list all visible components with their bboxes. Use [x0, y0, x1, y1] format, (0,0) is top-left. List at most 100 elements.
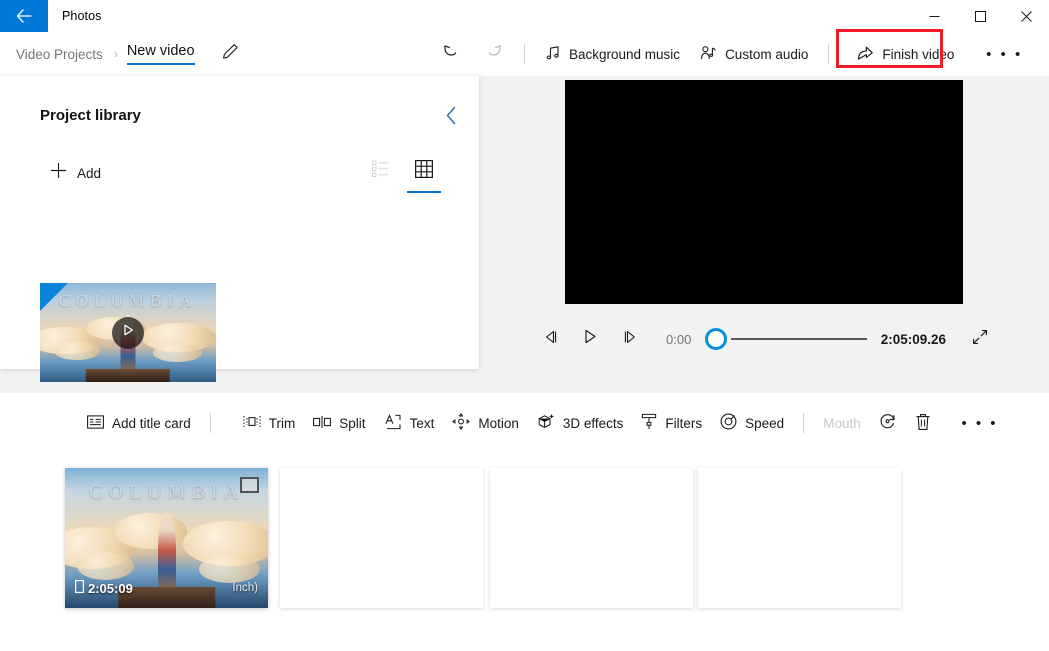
add-media-button[interactable]: Add	[44, 158, 107, 188]
tool-motion[interactable]: Motion	[443, 406, 528, 440]
next-frame-button[interactable]	[610, 322, 650, 356]
workspace: Project library Add COLUMBIA 0:00 2:05:0…	[0, 76, 1049, 393]
list-view-icon	[371, 160, 389, 182]
chevron-left-icon	[445, 106, 458, 130]
title-card-icon	[87, 414, 104, 432]
play-pause-button[interactable]	[570, 322, 610, 356]
previous-frame-icon	[543, 330, 558, 349]
scrub-thumb[interactable]	[705, 328, 728, 350]
storyboard-empty-slot[interactable]	[280, 468, 483, 608]
clip-duration-label: 2:05:09	[75, 580, 133, 596]
total-time-label: 2:05:09.26	[880, 331, 946, 347]
current-time-label: 0:00	[666, 331, 692, 347]
breadcrumb-separator: ›	[113, 47, 118, 61]
tool-trim[interactable]: Trim	[234, 406, 305, 440]
tool-add-title-card[interactable]: Add title card	[78, 406, 200, 440]
selection-corner-marker	[40, 283, 68, 311]
rotate-button[interactable]	[870, 406, 906, 440]
scrub-track	[731, 338, 867, 340]
previous-frame-button[interactable]	[530, 322, 570, 356]
trim-icon	[243, 414, 261, 432]
play-icon	[121, 323, 135, 342]
storyboard-empty-slot[interactable]	[698, 468, 901, 608]
custom-audio-label: Custom audio	[725, 46, 809, 62]
collapse-library-button[interactable]	[435, 102, 467, 134]
project-library-panel: Project library Add COLUMBIA	[0, 76, 479, 382]
three-d-effects-icon	[537, 413, 555, 433]
toolbar-divider-2	[803, 413, 805, 433]
photos-video-editor-window: Photos Video Projects › New video Backgr…	[0, 0, 1049, 651]
expand-icon	[972, 329, 988, 350]
share-icon	[857, 45, 874, 64]
app-title: Photos	[62, 9, 102, 23]
list-view-toggle[interactable]	[365, 156, 395, 186]
music-note-icon	[545, 45, 561, 64]
grid-view-icon	[415, 159, 433, 183]
tool-label: Motion	[478, 415, 519, 431]
maximize-button[interactable]	[957, 0, 1003, 32]
thumbnail-pedestal	[85, 369, 171, 382]
back-button[interactable]	[0, 0, 48, 32]
speed-icon	[720, 413, 737, 433]
play-icon	[582, 329, 598, 349]
text-icon	[384, 413, 402, 433]
filters-icon	[641, 413, 657, 433]
breadcrumb-video-projects[interactable]: Video Projects	[14, 47, 105, 62]
tool-text[interactable]: Text	[375, 406, 444, 440]
command-bar: Video Projects › New video Background mu…	[0, 29, 1049, 76]
plus-icon	[50, 162, 67, 184]
finish-video-button[interactable]: Finish video	[847, 38, 964, 70]
storyboard-clip[interactable]: COLUMBIA 2:05:09 Inch)	[65, 468, 268, 608]
video-preview-surface[interactable]	[565, 80, 963, 304]
finish-video-wrapper: Finish video	[836, 29, 964, 70]
tool-speed[interactable]: Speed	[711, 406, 793, 440]
undo-icon	[442, 43, 461, 66]
window-controls	[911, 0, 1049, 32]
command-overflow-button[interactable]: • • •	[984, 38, 1024, 70]
clip-corner-note: Inch)	[232, 582, 258, 594]
finish-video-label: Finish video	[882, 46, 955, 62]
thumbnail-play-button[interactable]	[112, 316, 144, 349]
command-bar-actions: Background music Custom audio Finish vid…	[430, 29, 1024, 76]
expand-preview-button[interactable]	[960, 322, 1000, 356]
storyboard-empty-slot[interactable]	[490, 468, 693, 608]
rotate-icon	[879, 413, 897, 433]
redo-button[interactable]	[472, 36, 514, 72]
rename-project-button[interactable]	[217, 40, 245, 68]
library-thumbnail-item[interactable]: COLUMBIA	[40, 283, 216, 382]
add-media-label: Add	[77, 165, 102, 181]
tool-3d-effects[interactable]: 3D effects	[528, 406, 633, 440]
grid-view-toggle[interactable]	[407, 156, 441, 193]
player-controls: 0:00 2:05:09.26	[530, 319, 1000, 359]
title-bar: Photos	[0, 0, 1049, 32]
library-view-toggles	[365, 156, 441, 193]
background-music-label: Background music	[569, 46, 681, 62]
tool-label: Speed	[745, 415, 785, 431]
clip-title-text: COLUMBIA	[89, 480, 244, 503]
scrub-bar[interactable]	[705, 325, 867, 353]
resize-badge-icon	[240, 477, 259, 493]
toolbar-divider-1	[209, 413, 211, 433]
undo-button[interactable]	[430, 36, 472, 72]
tool-mouth[interactable]: Mouth	[814, 406, 870, 440]
tool-filters[interactable]: Filters	[632, 406, 711, 440]
clip-icon	[75, 580, 85, 596]
tool-label: Add title card	[112, 415, 191, 431]
project-library-title: Project library	[40, 107, 141, 124]
split-icon	[313, 415, 332, 432]
minimize-button[interactable]	[911, 0, 957, 32]
edit-toolbar-overflow-button[interactable]: • • •	[960, 407, 1000, 439]
breadcrumb-current-project[interactable]: New video	[126, 43, 195, 65]
edit-toolbar: Add title card Trim Split Text Motion 3D…	[0, 400, 1049, 446]
delete-button[interactable]	[906, 406, 940, 440]
custom-audio-button[interactable]: Custom audio	[690, 38, 818, 70]
tool-split[interactable]: Split	[304, 406, 374, 440]
trash-icon	[915, 413, 931, 434]
tool-label: Filters	[665, 415, 703, 431]
tool-label: 3D effects	[562, 415, 624, 431]
background-music-button[interactable]: Background music	[535, 38, 690, 70]
person-audio-icon	[700, 45, 717, 64]
tool-label: Mouth	[823, 415, 861, 431]
command-divider-2	[828, 44, 830, 64]
close-button[interactable]	[1003, 0, 1049, 32]
